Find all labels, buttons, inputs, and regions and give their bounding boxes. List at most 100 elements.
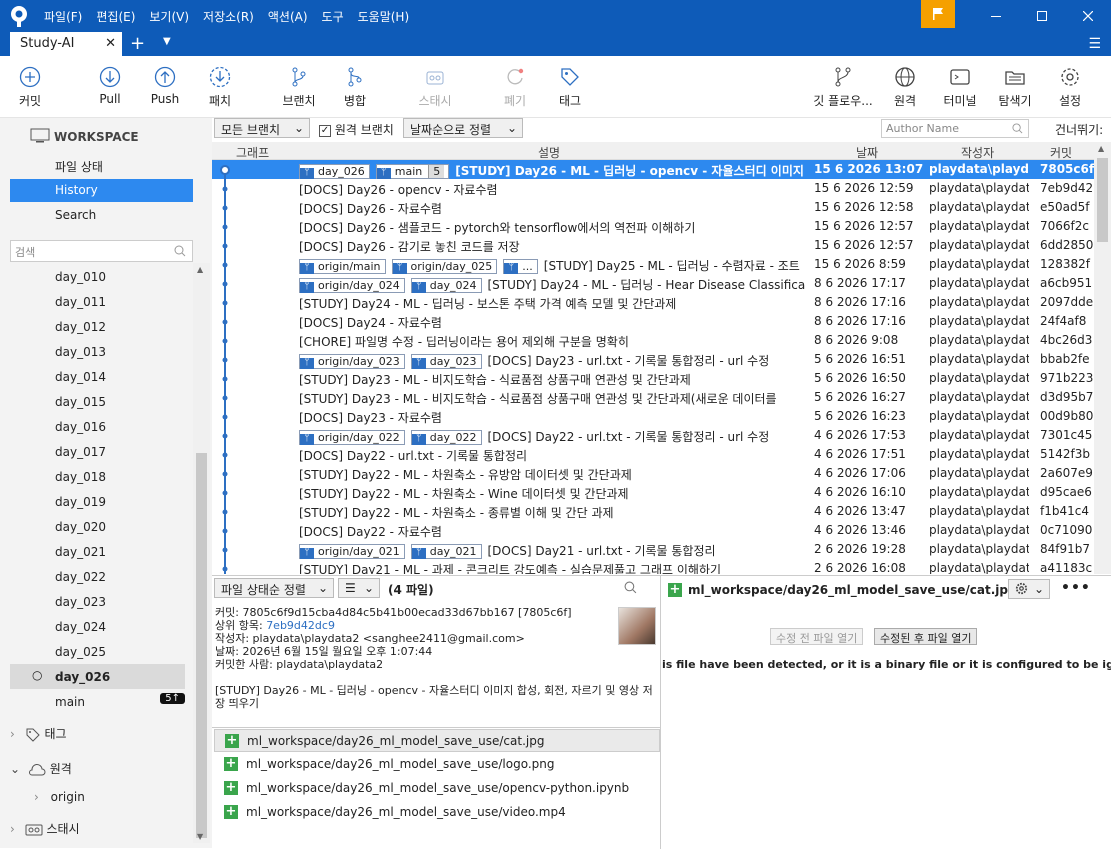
sidebar-branch-item[interactable]: day_024 <box>10 614 185 639</box>
graph-node[interactable] <box>222 395 228 401</box>
view-mode-dropdown[interactable]: ☰ ⌄ <box>338 578 380 598</box>
sidebar-branch-item[interactable]: day_016 <box>10 414 185 439</box>
sidebar-search-input[interactable]: 검색 <box>10 240 193 262</box>
commit-row[interactable]: [STUDY] Day22 - ML - 차원축소 - 종류별 이해 및 간단 … <box>212 502 1094 521</box>
remote-branches-checkbox[interactable]: ✓ 원격 브랜치 <box>319 121 394 138</box>
settings-button[interactable]: 설정 <box>1042 66 1098 109</box>
pull-button[interactable]: Pull <box>82 66 138 106</box>
branch-tag[interactable]: ᛘ... <box>503 259 538 274</box>
sidebar-branch-item[interactable]: day_020 <box>10 514 185 539</box>
commit-row[interactable]: [DOCS] Day26 - 샘플코드 - pytorch와 tensorflo… <box>212 217 1094 236</box>
sidebar-scrollbar[interactable]: ▲ ▼ <box>193 263 210 843</box>
branch-tag[interactable]: ᛘ day_021 <box>410 544 482 559</box>
menu-edit[interactable]: 편집(E) <box>96 8 135 25</box>
sidebar-branch-item[interactable]: day_022 <box>10 564 185 589</box>
sidebar-branch-item[interactable]: main 5↑ <box>10 689 185 714</box>
fetch-button[interactable]: 패치 <box>192 66 248 109</box>
file-sort-dropdown[interactable]: 파일 상태순 정렬 ⌄ <box>214 578 334 598</box>
commit-row[interactable]: [DOCS] Day26 - opencv - 자료수렴 15 6 2026 12… <box>212 179 1094 198</box>
sort-dropdown[interactable]: 날짜순으로 정렬 ⌄ <box>403 118 523 138</box>
branch-tag[interactable]: ᛘ day_023 <box>410 354 482 369</box>
stash-section[interactable]: › 스태시 <box>10 820 80 837</box>
menu-view[interactable]: 보기(V) <box>149 8 189 25</box>
menu-file[interactable]: 파일(F) <box>44 8 82 25</box>
branch-tag[interactable]: ᛘ origin/main <box>299 259 386 274</box>
tags-section[interactable]: › 태그 <box>10 725 67 743</box>
terminal-button[interactable]: 터미널 <box>932 66 988 109</box>
graph-node[interactable] <box>222 414 228 420</box>
graph-node[interactable] <box>222 319 228 325</box>
branch-tag[interactable]: ᛘ day_022 <box>410 430 482 445</box>
close-window-button[interactable] <box>1065 0 1111 32</box>
stash-button[interactable]: 스태시 <box>407 66 463 109</box>
sidebar-item-search[interactable]: Search <box>10 204 193 227</box>
branch-tag[interactable]: ᛘ main 5 <box>375 164 450 179</box>
diff-options-dropdown[interactable]: ⌄ <box>1008 579 1050 599</box>
graph-node[interactable] <box>222 509 228 515</box>
sidebar-branch-item[interactable]: day_011 <box>10 289 185 314</box>
changed-file-item[interactable]: + ml_workspace/day26_ml_model_save_use/lo… <box>214 753 660 776</box>
graph-node[interactable] <box>222 528 228 534</box>
branch-tag[interactable]: ᛘ origin/day_022 <box>299 430 405 445</box>
commit-row[interactable]: ᛘ origin/day_021 ᛘ day_021 [DOCS] Day21 - ur… <box>212 540 1094 559</box>
col-commit[interactable]: 커밋 <box>1050 144 1072 161</box>
commit-row[interactable]: [STUDY] Day21 - ML - 과제 - 콘크리트 강도예측 - 실습… <box>212 559 1094 574</box>
scroll-up-icon[interactable]: ▲ <box>1098 144 1104 153</box>
menu-actions[interactable]: 액션(A) <box>268 8 308 25</box>
branch-tag[interactable]: ᛘ origin/day_021 <box>299 544 405 559</box>
graph-node[interactable] <box>222 205 228 211</box>
remote-button[interactable]: 원격 <box>877 66 933 109</box>
all-branches-dropdown[interactable]: 모든 브랜치 ⌄ <box>214 118 310 138</box>
sidebar-item-history[interactable]: History <box>10 179 193 202</box>
sidebar-scroll-thumb[interactable] <box>196 453 207 838</box>
tag-button[interactable]: 태그 <box>542 66 598 109</box>
minimize-button[interactable] <box>973 0 1019 32</box>
graph-node[interactable] <box>222 433 228 439</box>
commit-row[interactable]: ᛘ day_026 ᛘ main 5 [STUDY] Day26 - ML - 딥러닝 -… <box>212 160 1094 179</box>
menu-tools[interactable]: 도구 <box>322 8 344 25</box>
menu-help[interactable]: 도움말(H) <box>358 8 410 25</box>
menu-repository[interactable]: 저장소(R) <box>203 8 254 25</box>
sidebar-branch-item[interactable]: day_014 <box>10 364 185 389</box>
graph-node[interactable] <box>220 165 230 175</box>
branch-tag[interactable]: ᛘ day_026 <box>299 164 370 179</box>
history-scroll-thumb[interactable] <box>1097 158 1108 242</box>
commit-row[interactable]: [STUDY] Day22 - ML - 차원축소 - Wine 데이터셋 및 … <box>212 483 1094 502</box>
scroll-down-icon[interactable]: ▼ <box>197 832 203 841</box>
commit-row[interactable]: [DOCS] Day24 - 자료수렴 8 6 2026 17:16 playdat… <box>212 312 1094 331</box>
gitflow-button[interactable]: 깃 플로우... <box>808 66 878 109</box>
graph-node[interactable] <box>222 300 228 306</box>
branch-tag[interactable]: ᛘ origin/day_024 <box>299 278 405 293</box>
col-graph[interactable]: 그래프 <box>236 144 269 161</box>
merge-button[interactable]: 병합 <box>327 66 383 109</box>
commit-row[interactable]: ᛘ origin/day_024 ᛘ day_024 [STUDY] Day24 - M… <box>212 274 1094 293</box>
open-before-button[interactable]: 수정 전 파일 열기 <box>770 628 864 645</box>
graph-node[interactable] <box>222 376 228 382</box>
graph-node[interactable] <box>222 452 228 458</box>
history-scrollbar[interactable]: ▲ <box>1094 142 1111 574</box>
sidebar-branch-item[interactable]: day_019 <box>10 489 185 514</box>
sidebar-branch-item[interactable]: day_010 <box>10 264 185 289</box>
tab-close-icon[interactable]: ✕ <box>105 36 116 51</box>
remote-origin[interactable]: › origin <box>34 790 85 804</box>
sidebar-branch-item[interactable]: ○ day_026 <box>10 664 185 689</box>
branch-tag[interactable]: ᛘ day_024 <box>410 278 482 293</box>
branch-tag[interactable]: ᛘ origin/day_025 <box>391 259 498 274</box>
graph-node[interactable] <box>222 471 228 477</box>
parent-hash-link[interactable]: 7eb9d42dc9 <box>266 619 335 632</box>
commit-row[interactable]: [STUDY] Day23 - ML - 비지도학습 - 식료품점 상품구매 연… <box>212 388 1094 407</box>
sidebar-branch-item[interactable]: day_012 <box>10 314 185 339</box>
commit-row[interactable]: [DOCS] Day22 - url.txt - 기록물 통합정리 4 6 202… <box>212 445 1094 464</box>
changed-file-item[interactable]: + ml_workspace/day26_ml_model_save_use/vi… <box>214 801 660 824</box>
sidebar-branch-item[interactable]: day_017 <box>10 439 185 464</box>
tab-dropdown-icon[interactable]: ▼ <box>163 36 171 47</box>
commit-row[interactable]: ᛘ origin/day_023 ᛘ day_023 [DOCS] Day23 - ur… <box>212 350 1094 369</box>
scroll-up-icon[interactable]: ▲ <box>197 265 203 274</box>
commit-row[interactable]: [DOCS] Day26 - 감기로 놓친 코드를 저장 15 6 2026 12… <box>212 236 1094 255</box>
graph-node[interactable] <box>222 547 228 553</box>
sidebar-item-file-status[interactable]: 파일 상태 <box>10 154 193 177</box>
branch-button[interactable]: 브랜치 <box>271 66 327 109</box>
commit-row[interactable]: [DOCS] Day22 - 자료수렴 4 6 2026 13:46 playdat… <box>212 521 1094 540</box>
col-author[interactable]: 작성자 <box>961 144 994 161</box>
graph-node[interactable] <box>222 357 228 363</box>
